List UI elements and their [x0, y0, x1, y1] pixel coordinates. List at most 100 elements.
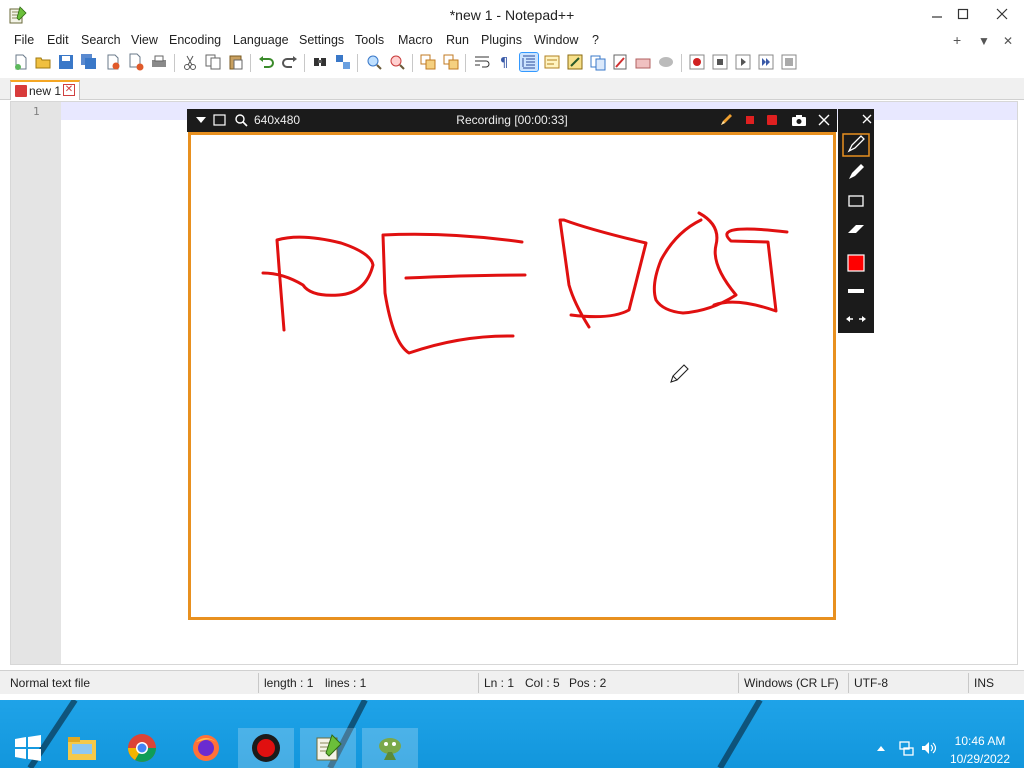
- status-separator: [478, 673, 479, 693]
- line-number-gutter: 1: [11, 102, 61, 664]
- record-macro-icon[interactable]: [688, 53, 706, 71]
- taskbar-file-explorer[interactable]: [54, 728, 110, 768]
- menu-plugins[interactable]: Plugins: [481, 33, 522, 47]
- menu-search[interactable]: Search: [81, 33, 121, 47]
- color-swatch-icon[interactable]: [842, 251, 870, 275]
- stop-macro-icon[interactable]: [711, 53, 729, 71]
- status-encoding[interactable]: UTF-8: [854, 676, 888, 690]
- menu-settings[interactable]: Settings: [299, 33, 344, 47]
- close-document-button[interactable]: ✕: [1003, 34, 1013, 48]
- eraser-tool-icon[interactable]: [842, 217, 870, 241]
- regex-tool-icon: [379, 738, 401, 760]
- open-file-icon[interactable]: [34, 53, 52, 71]
- print-icon[interactable]: [150, 53, 168, 71]
- pen-tool-icon[interactable]: [842, 133, 870, 157]
- redo-icon[interactable]: [281, 53, 299, 71]
- workspace-icon[interactable]: [657, 53, 675, 71]
- sync-horizontal-icon[interactable]: [442, 53, 460, 71]
- sync-vertical-icon[interactable]: [419, 53, 437, 71]
- recording-status: Recording [00:00:33]: [456, 113, 568, 127]
- taskbar-chrome[interactable]: [114, 728, 170, 768]
- indent-guide-icon[interactable]: [519, 52, 539, 72]
- menu-view[interactable]: View: [131, 33, 158, 47]
- show-all-characters-icon[interactable]: ¶: [496, 53, 514, 71]
- status-eol[interactable]: Windows (CR LF): [744, 676, 839, 690]
- status-bar: Normal text file length : 1 lines : 1 Ln…: [0, 670, 1024, 694]
- status-separator: [258, 673, 259, 693]
- taskbar-notepad-plus-plus[interactable]: [300, 728, 356, 768]
- tab-new-1[interactable]: new 1 ✕: [10, 80, 80, 100]
- menu-language[interactable]: Language: [233, 33, 289, 47]
- clock-time[interactable]: 10:46 AM: [944, 734, 1016, 748]
- file-explorer-icon: [68, 737, 96, 760]
- stop-icon[interactable]: [744, 114, 756, 126]
- taskbar-firefox[interactable]: [178, 728, 234, 768]
- undo-icon[interactable]: [257, 53, 275, 71]
- show-hidden-icons-icon[interactable]: [876, 744, 886, 752]
- maximize-button[interactable]: [946, 0, 980, 28]
- recording-frame[interactable]: [188, 132, 836, 620]
- volume-icon[interactable]: [920, 740, 936, 756]
- close-file-icon[interactable]: [104, 53, 122, 71]
- network-icon[interactable]: [898, 740, 914, 756]
- monitoring-icon[interactable]: [634, 53, 652, 71]
- menu-edit[interactable]: Edit: [47, 33, 69, 47]
- start-button[interactable]: [0, 728, 56, 768]
- camera-icon[interactable]: [791, 113, 807, 127]
- user-defined-language-icon[interactable]: [543, 53, 561, 71]
- new-tab-button[interactable]: +: [953, 32, 961, 48]
- save-macro-icon[interactable]: [780, 53, 798, 71]
- screen-recorder-region[interactable]: 640x480 Recording [00:00:33]: [187, 109, 837, 620]
- firefox-icon: [193, 735, 219, 761]
- clock-date[interactable]: 10/29/2022: [944, 752, 1016, 766]
- copy-icon[interactable]: [204, 53, 222, 71]
- close-icon[interactable]: [818, 114, 830, 126]
- close-all-icon[interactable]: [127, 53, 145, 71]
- folder-as-workspace-icon[interactable]: [611, 53, 629, 71]
- drawing-tools-panel: [838, 109, 874, 333]
- save-icon[interactable]: [57, 53, 75, 71]
- menu-run[interactable]: Run: [446, 33, 469, 47]
- word-wrap-icon[interactable]: [473, 53, 491, 71]
- screen-recorder-icon: [252, 734, 280, 762]
- undo-redo-arrows-icon[interactable]: [842, 311, 870, 327]
- menu-macro[interactable]: Macro: [398, 33, 433, 47]
- new-file-icon[interactable]: [12, 53, 30, 71]
- save-all-icon[interactable]: [80, 53, 98, 71]
- status-pos: Pos : 2: [569, 676, 607, 690]
- record-icon[interactable]: [766, 114, 778, 126]
- menu-window[interactable]: Window: [534, 33, 578, 47]
- function-list-icon[interactable]: [589, 53, 607, 71]
- recorder-toolbar: 640x480 Recording [00:00:33]: [187, 109, 837, 132]
- paste-icon[interactable]: [227, 53, 245, 71]
- taskbar-regex-tool[interactable]: [362, 728, 418, 768]
- pencil-icon[interactable]: [719, 113, 733, 127]
- menu-tools[interactable]: Tools: [355, 33, 384, 47]
- cut-icon[interactable]: [181, 53, 199, 71]
- highlighter-tool-icon[interactable]: [842, 161, 870, 185]
- ink-strokes: [261, 211, 789, 355]
- document-map-icon[interactable]: [566, 53, 584, 71]
- toolbar-separator: [681, 54, 682, 72]
- play-macro-icon[interactable]: [734, 53, 752, 71]
- replace-icon[interactable]: [334, 53, 352, 71]
- zoom-in-icon[interactable]: [365, 53, 383, 71]
- tab-list-button[interactable]: ▼: [978, 34, 990, 48]
- drawing-canvas[interactable]: [191, 135, 833, 617]
- status-lines: lines : 1: [325, 676, 367, 690]
- status-length: length : 1: [264, 676, 314, 690]
- status-mode: INS: [974, 676, 995, 690]
- close-button[interactable]: [984, 0, 1020, 28]
- status-file-type: Normal text file: [10, 676, 91, 690]
- menu-encoding[interactable]: Encoding: [169, 33, 221, 47]
- find-icon[interactable]: [311, 53, 329, 71]
- zoom-out-icon[interactable]: [388, 53, 406, 71]
- close-icon[interactable]: [862, 114, 872, 124]
- rectangle-tool-icon[interactable]: [842, 189, 870, 213]
- taskbar-screen-recorder[interactable]: [238, 728, 294, 768]
- menu-file[interactable]: File: [14, 33, 34, 47]
- tab-close-icon[interactable]: ✕: [63, 84, 75, 96]
- line-width-icon[interactable]: [842, 279, 870, 303]
- run-macro-multiple-icon[interactable]: [757, 53, 775, 71]
- menu-help[interactable]: ?: [592, 33, 599, 47]
